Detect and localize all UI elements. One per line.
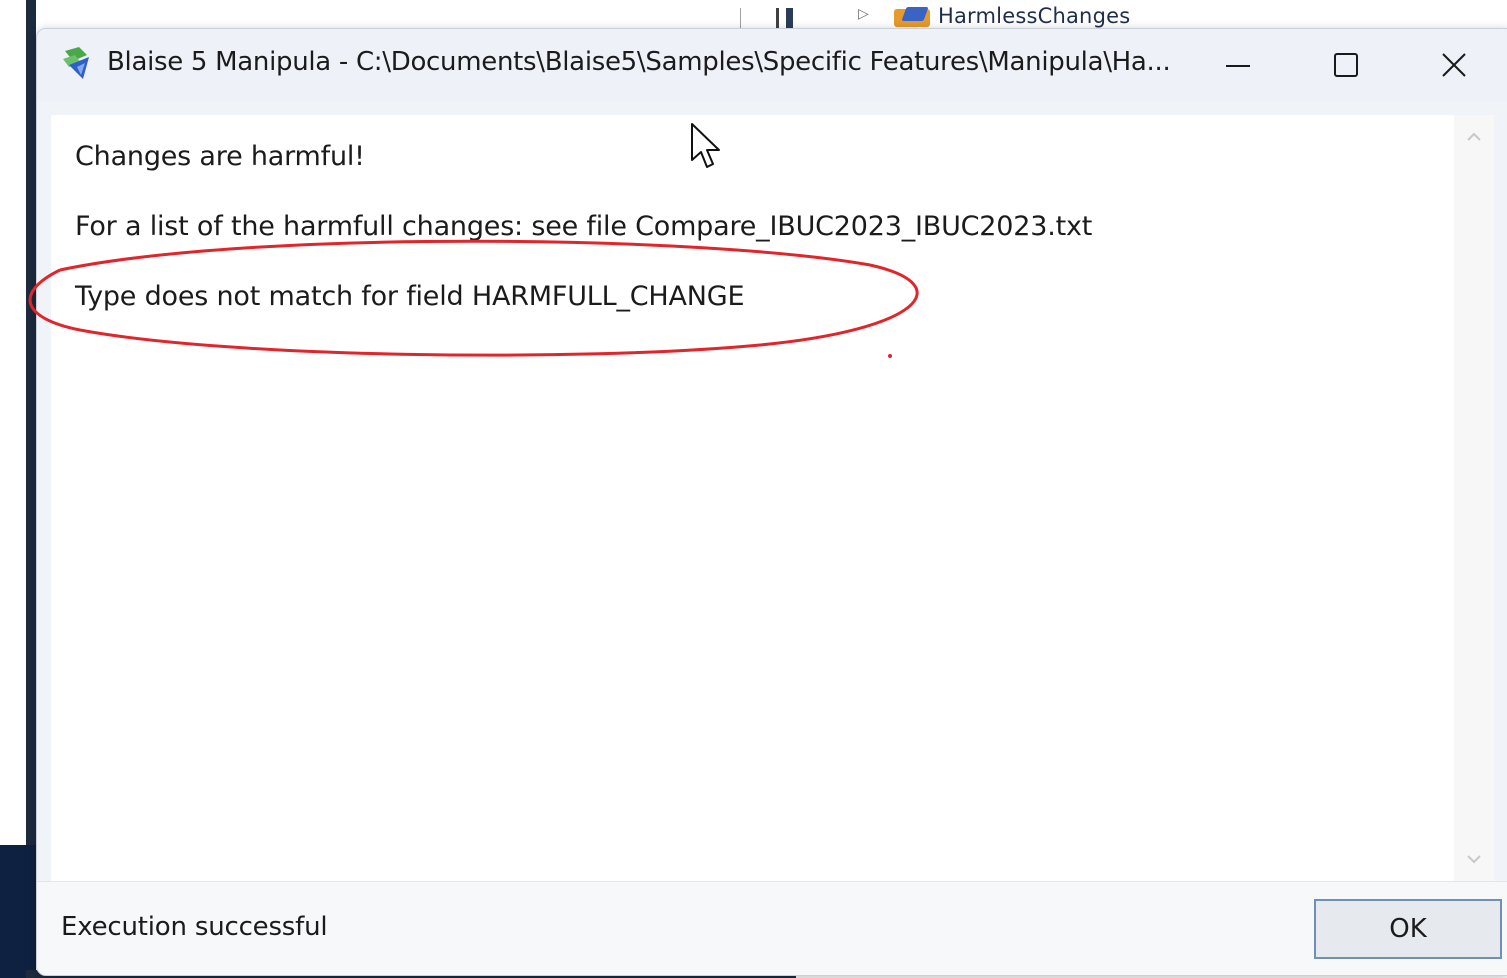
scroll-down-icon[interactable] xyxy=(1464,849,1484,869)
background-tree-item: ▷ HarmlessChanges xyxy=(740,0,1160,30)
tree-item-label: HarmlessChanges xyxy=(938,4,1131,28)
message-line: Type does not match for field HARMFULL_C… xyxy=(75,281,745,312)
background-strip xyxy=(26,0,36,978)
title-bar[interactable]: Blaise 5 Manipula - C:\Documents\Blaise5… xyxy=(37,29,1507,101)
manipula-dialog: Blaise 5 Manipula - C:\Documents\Blaise5… xyxy=(36,28,1507,976)
dialog-footer: Execution successful OK xyxy=(37,882,1507,975)
minimize-icon xyxy=(1226,65,1250,67)
status-text: Execution successful xyxy=(61,912,328,942)
folder-icon xyxy=(894,9,930,27)
scroll-up-icon[interactable] xyxy=(1464,127,1484,147)
message-line: Changes are harmful! xyxy=(75,141,365,172)
ok-button[interactable]: OK xyxy=(1314,899,1502,959)
tree-expand-icon: ▷ xyxy=(858,6,869,22)
message-area[interactable]: Changes are harmful! For a list of the h… xyxy=(51,115,1454,881)
maximize-icon xyxy=(1334,53,1358,77)
mouse-cursor-icon xyxy=(691,123,720,168)
close-button[interactable] xyxy=(1400,29,1507,101)
maximize-button[interactable] xyxy=(1292,29,1400,101)
window-title: Blaise 5 Manipula - C:\Documents\Blaise5… xyxy=(107,47,1171,77)
message-line: For a list of the harmfull changes: see … xyxy=(75,211,1093,242)
background-block xyxy=(0,845,36,978)
close-icon xyxy=(1442,53,1466,77)
minimize-button[interactable] xyxy=(1184,29,1292,101)
blaise-app-icon xyxy=(63,47,89,79)
vertical-scrollbar[interactable] xyxy=(1454,115,1494,881)
